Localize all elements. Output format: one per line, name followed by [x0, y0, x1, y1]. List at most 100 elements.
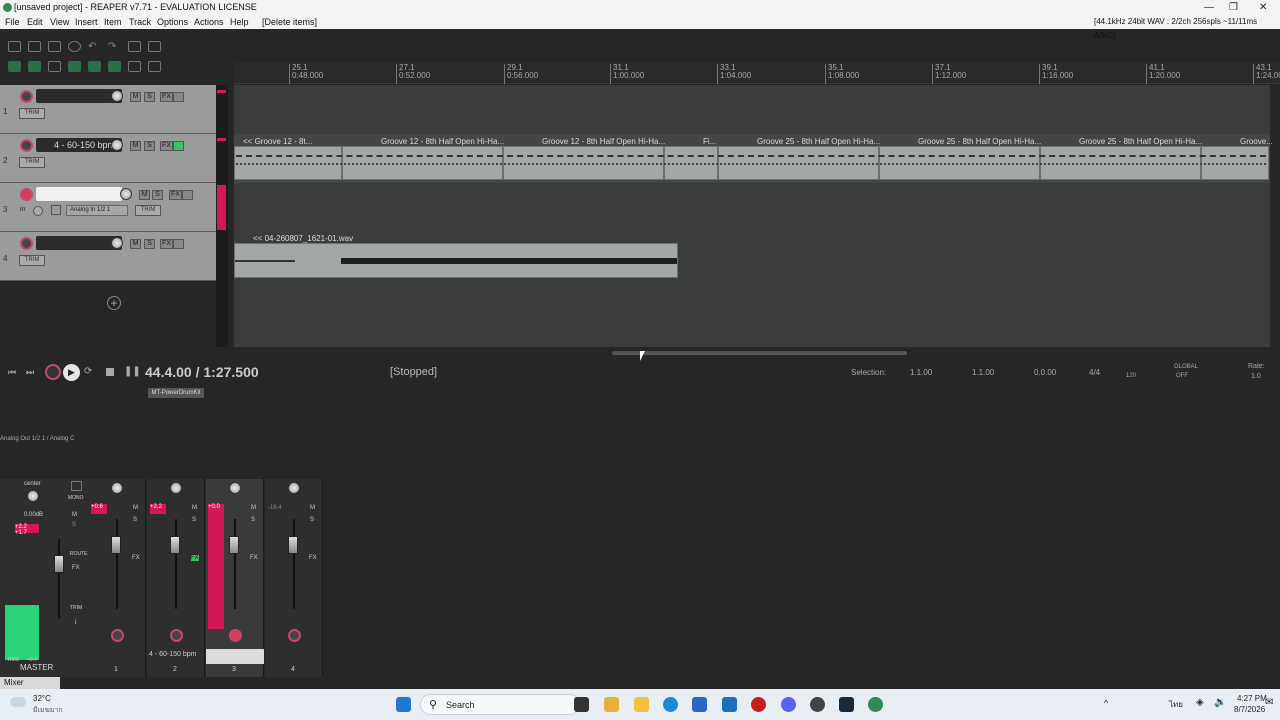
- pan-knob[interactable]: [288, 482, 300, 494]
- add-track-icon[interactable]: +: [107, 296, 121, 310]
- audio-info[interactable]: [44.1kHz 24bit WAV : 2/2ch 256spls ~11/1…: [1094, 15, 1280, 43]
- fx-button[interactable]: FX: [160, 92, 173, 102]
- trim-button[interactable]: TRIM: [19, 255, 45, 266]
- track-4[interactable]: 4 M S FX TRIM: [0, 232, 216, 281]
- rate-value[interactable]: 1.0: [1251, 373, 1261, 380]
- track-3[interactable]: 3 M S FX in Analog In 1/2 1 TRIM: [0, 183, 216, 232]
- wifi-icon[interactable]: ◈: [1196, 697, 1204, 708]
- play-button[interactable]: ▶: [63, 364, 80, 381]
- menu-options[interactable]: Options: [157, 15, 188, 29]
- grid-icon[interactable]: [88, 61, 101, 72]
- menu-help[interactable]: Help: [230, 15, 249, 29]
- arrange-view[interactable]: << Groove 12 - 8t... Groove 12 - 8th Hal…: [234, 85, 1273, 347]
- mixer-strip-2[interactable]: +2.2 M S FX 4 - 60-150 bpm 2: [147, 479, 205, 677]
- reaper-icon[interactable]: [868, 697, 883, 712]
- master-io-icon[interactable]: [71, 481, 82, 491]
- global-state[interactable]: OFF: [1176, 373, 1188, 379]
- file-explorer-icon[interactable]: [634, 697, 649, 712]
- fx-bypass-button[interactable]: [173, 141, 184, 151]
- lock-icon[interactable]: [128, 61, 141, 72]
- audio-item[interactable]: << 04-260807_1621-01.wav: [234, 234, 678, 278]
- master-fx[interactable]: FX: [72, 565, 80, 571]
- open-project-icon[interactable]: [28, 41, 41, 52]
- fx-bypass-button[interactable]: [173, 92, 184, 102]
- pause-button[interactable]: ❚❚: [124, 366, 141, 377]
- mute-button[interactable]: M: [130, 141, 141, 151]
- monitor-label[interactable]: in: [20, 206, 25, 213]
- input-select[interactable]: Analog In 1/2 1: [66, 205, 128, 216]
- track-name-field[interactable]: [36, 89, 122, 103]
- record-arm-button[interactable]: [229, 629, 242, 642]
- ripple-icon[interactable]: [8, 61, 21, 72]
- master-output[interactable]: Analog Out 1/2 1 / Analog C: [0, 436, 74, 442]
- horizontal-scrollbar[interactable]: [234, 348, 1270, 358]
- fx-button[interactable]: FX: [160, 239, 173, 249]
- record-arm-button[interactable]: [20, 237, 33, 250]
- vertical-scrollbar[interactable]: [1270, 85, 1280, 347]
- record-arm-button[interactable]: [170, 629, 183, 642]
- solo-button[interactable]: S: [144, 239, 155, 249]
- clock-date[interactable]: 8/7/2026: [1234, 705, 1265, 714]
- fx-button[interactable]: FX: [160, 141, 173, 151]
- notifications-icon[interactable]: ✉: [1265, 697, 1273, 708]
- volume-fader[interactable]: [170, 536, 180, 554]
- solo-button[interactable]: S: [310, 517, 314, 523]
- pan-knob[interactable]: [111, 482, 123, 494]
- menu-edit[interactable]: Edit: [27, 15, 43, 29]
- mixer-tab[interactable]: Mixer: [0, 677, 60, 689]
- save-project-icon[interactable]: [48, 41, 61, 52]
- app-icon-dark[interactable]: [810, 697, 825, 712]
- volume-fader[interactable]: [229, 536, 239, 554]
- selection-length[interactable]: 0.0.00: [1034, 368, 1056, 377]
- volume-knob[interactable]: [120, 188, 132, 200]
- weather-text[interactable]: มีเมฆมาก: [33, 705, 63, 716]
- steam-icon[interactable]: [839, 697, 854, 712]
- selection-end[interactable]: 1.1.00: [972, 368, 994, 377]
- solo-button[interactable]: S: [251, 517, 255, 523]
- trim-button[interactable]: TRIM: [19, 157, 45, 168]
- fx-bypass-button[interactable]: [173, 239, 184, 249]
- volume-knob[interactable]: [111, 139, 123, 151]
- fx-button[interactable]: FX: [191, 555, 199, 561]
- master-solo[interactable]: S: [72, 522, 76, 528]
- track-1[interactable]: 1 M S FX TRIM: [0, 85, 216, 134]
- menu-view[interactable]: View: [50, 15, 69, 29]
- volume-fader[interactable]: [288, 536, 298, 554]
- master-pan-knob[interactable]: [27, 490, 39, 502]
- new-project-icon[interactable]: [8, 41, 21, 52]
- time-signature[interactable]: 4/4: [1089, 368, 1100, 377]
- mute-button[interactable]: M: [133, 505, 138, 511]
- menu-item[interactable]: Item: [104, 15, 122, 29]
- selection-start[interactable]: 1.1.00: [910, 368, 932, 377]
- record-arm-button[interactable]: [20, 139, 33, 152]
- undo-icon[interactable]: ↶: [88, 41, 101, 52]
- solo-button[interactable]: S: [133, 517, 137, 523]
- menu-actions[interactable]: Actions: [194, 15, 224, 29]
- solo-button[interactable]: S: [144, 92, 155, 102]
- mixer-strip-4[interactable]: -16.4 M S FX 4: [265, 479, 323, 677]
- mute-button[interactable]: M: [192, 505, 197, 511]
- close-icon[interactable]: ✕: [1259, 0, 1267, 15]
- fx-bypass-button[interactable]: [182, 190, 193, 200]
- strip-name[interactable]: 4 - 60-150 bpm: [149, 651, 196, 658]
- stop-button[interactable]: [106, 368, 114, 376]
- volume-icon[interactable]: 🔉: [1214, 697, 1226, 708]
- volume-knob[interactable]: [111, 90, 123, 102]
- outlook-icon[interactable]: [722, 697, 737, 712]
- mixer-strip-3[interactable]: +0.0 M S FX 3: [206, 479, 264, 677]
- master-fader[interactable]: [54, 555, 64, 573]
- track-name-field[interactable]: 4 - 60-150 bpm - S: [36, 138, 122, 152]
- record-arm-button[interactable]: [111, 629, 124, 642]
- repeat-icon[interactable]: ⟳: [84, 366, 92, 377]
- fx-button[interactable]: FX: [132, 555, 140, 561]
- pan-knob[interactable]: [229, 482, 241, 494]
- info-button[interactable]: i: [75, 619, 77, 626]
- weather-temp[interactable]: 32°C: [33, 694, 51, 703]
- master-mute[interactable]: M: [72, 512, 77, 518]
- last-action[interactable]: [Delete items]: [262, 15, 317, 29]
- metronome-icon[interactable]: [128, 41, 141, 52]
- mute-button[interactable]: M: [130, 92, 141, 102]
- solo-button[interactable]: S: [144, 141, 155, 151]
- strip-name-field[interactable]: [206, 649, 264, 664]
- mono-button[interactable]: MONO: [68, 495, 84, 501]
